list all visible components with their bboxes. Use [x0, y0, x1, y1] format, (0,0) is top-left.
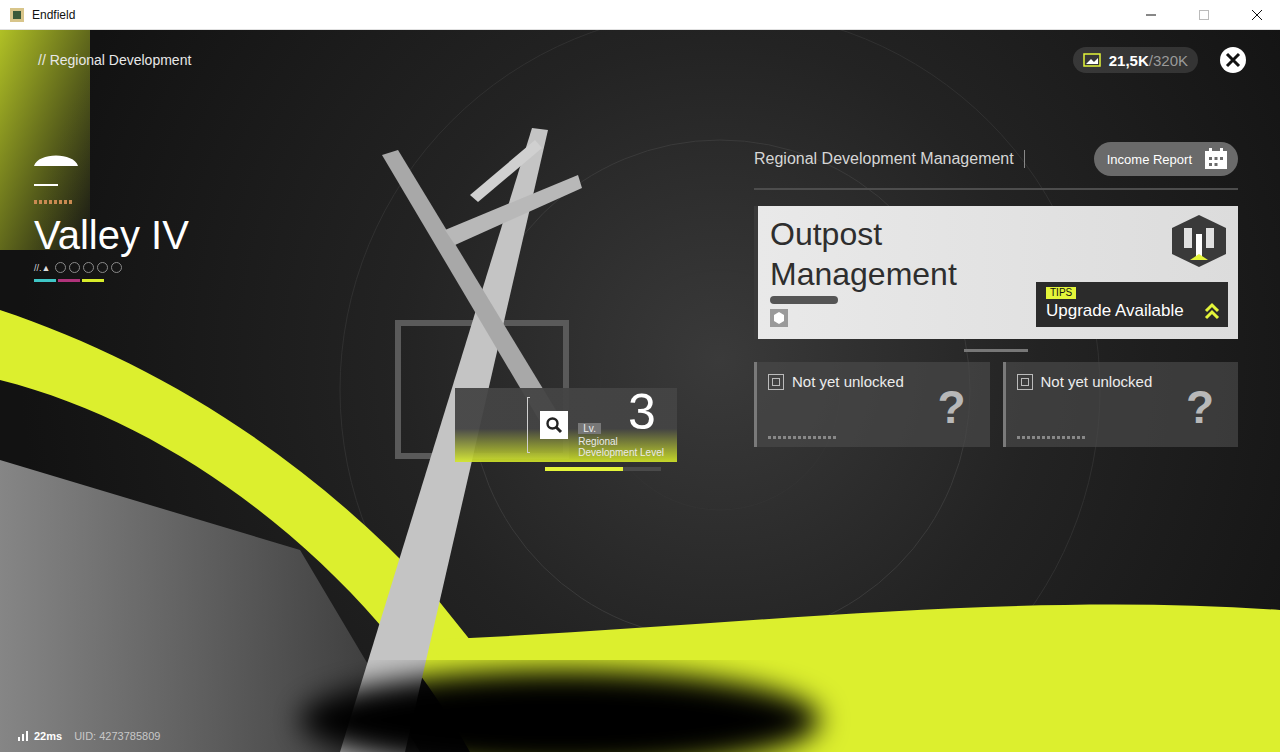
hexagon-icon: [770, 309, 788, 327]
income-report-button[interactable]: Income Report: [1094, 142, 1238, 176]
card-code: [768, 436, 838, 439]
color-bar: [82, 279, 104, 282]
region-progress: //.▲: [34, 262, 455, 273]
maximize-button: [1181, 0, 1227, 30]
uid: UID: 4273785809: [74, 730, 160, 742]
maximize-icon: [1199, 10, 1209, 20]
game-window: Endfield // Regional Development 21,5K/320…: [0, 0, 1280, 752]
scroll-handle: [964, 349, 1028, 352]
color-bar: [34, 279, 56, 282]
search-button[interactable]: [540, 411, 568, 439]
region-name: Valley IV: [34, 212, 455, 258]
progress-dot: [69, 262, 80, 273]
color-bars: [34, 279, 455, 282]
minimize-icon: [1146, 10, 1156, 20]
outpost-icon: [1170, 214, 1228, 268]
title-bar: Endfield: [0, 0, 1280, 30]
signal-icon: [18, 731, 28, 741]
progress-dot: [97, 262, 108, 273]
stock-icon: [1083, 53, 1101, 67]
level-value: 3: [628, 388, 677, 436]
minimize-button[interactable]: [1128, 0, 1174, 30]
outpost-card[interactable]: Outpost Management TIPS Upgrade Available: [754, 206, 1238, 339]
breadcrumb: // Regional Development: [38, 52, 191, 68]
level-progress: [545, 467, 661, 471]
ping: 22ms: [34, 730, 62, 742]
locked-mark: ?: [937, 380, 979, 434]
currency-pill: 21,5K/320K: [1073, 47, 1198, 73]
status-bar: 22ms UID: 4273785809: [0, 730, 1280, 752]
region-info: Valley IV //.▲: [34, 73, 455, 730]
lock-icon: [1017, 374, 1033, 390]
progress-dot: [111, 262, 122, 273]
magnifier-icon: [545, 416, 563, 434]
card-code: [770, 296, 838, 304]
locked-card: Not yet unlocked?: [754, 362, 990, 447]
calendar-icon: [1204, 148, 1228, 170]
level-label: Regional Development Level: [578, 436, 677, 462]
tip-text: Upgrade Available: [1046, 301, 1184, 321]
weather-icon: [34, 150, 78, 166]
window-title: Endfield: [32, 8, 1121, 22]
bracket: [527, 397, 530, 453]
close-icon: [1252, 10, 1262, 20]
panel-title: Regional Development Management: [754, 150, 1025, 168]
progress-dot: [55, 262, 66, 273]
level-badge[interactable]: Lv. 3Regional Development Level: [455, 388, 677, 462]
locked-title: Not yet unlocked: [792, 374, 929, 390]
upgrade-tip: TIPS Upgrade Available: [1036, 282, 1228, 327]
level-progress-fill: [545, 467, 623, 471]
close-window-button[interactable]: [1234, 0, 1280, 30]
locked-card: Not yet unlocked?: [1003, 362, 1239, 447]
card-title: Outpost Management: [770, 214, 1036, 294]
locked-mark: ?: [1186, 380, 1228, 434]
upgrade-chevron-icon: [1204, 302, 1220, 320]
color-bar: [58, 279, 80, 282]
lock-icon: [768, 374, 784, 390]
app-icon: [9, 7, 25, 23]
game-area: // Regional Development 21,5K/320K Valley …: [0, 30, 1280, 752]
progress-dot: [83, 262, 94, 273]
hatch-mark: [34, 200, 72, 204]
currency-amount: 21,5K: [1109, 52, 1149, 69]
close-panel-icon[interactable]: [1220, 47, 1246, 73]
management-panel: Regional Development Management Income Re…: [754, 73, 1238, 730]
divider: [34, 184, 58, 186]
top-bar: // Regional Development 21,5K/320K: [0, 30, 1280, 73]
card-code: [1017, 436, 1087, 439]
region-marker: //.▲: [34, 263, 50, 273]
currency-capacity: /320K: [1149, 52, 1188, 69]
tip-tag: TIPS: [1046, 287, 1076, 299]
level-prefix: Lv.: [578, 423, 601, 434]
locked-title: Not yet unlocked: [1041, 374, 1178, 390]
